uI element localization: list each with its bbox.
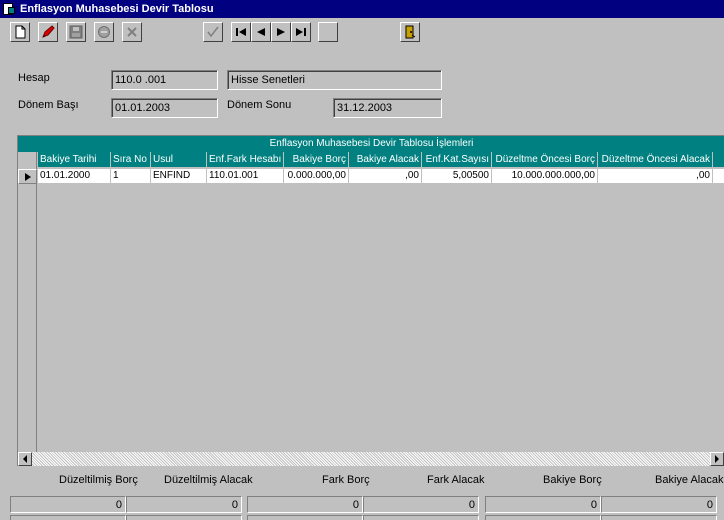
delete-icon	[127, 27, 137, 37]
grid-title: Enflasyon Muhasebesi Devir Tablosu İşlem…	[18, 136, 724, 152]
last-record-icon	[296, 28, 306, 36]
window-title: Enflasyon Muhasebesi Devir Tablosu	[20, 3, 214, 15]
footer-value-duzeltilmis-alacak[interactable]: 0	[126, 496, 242, 513]
col-header-duzeltme-oncesi-alacak[interactable]: Düzeltme Öncesi Alacak	[598, 152, 713, 167]
title-bar: Enflasyon Muhasebesi Devir Tablosu	[0, 0, 724, 18]
scroll-right-icon	[715, 455, 719, 463]
new-document-icon	[15, 25, 26, 39]
exit-door-icon	[405, 25, 416, 39]
footer-label-fark-alacak: Fark Alacak	[427, 474, 485, 486]
donem-sonu-label: Dönem Sonu	[227, 99, 292, 111]
save-button[interactable]	[66, 22, 86, 42]
checkmark-icon	[207, 26, 219, 38]
horizontal-scrollbar[interactable]	[18, 452, 724, 466]
cancel-button[interactable]	[94, 22, 114, 42]
footer-label-bakiye-alacak: Bakiye Alacak	[655, 474, 724, 486]
col-header-usul[interactable]: Usul	[151, 152, 207, 167]
next-record-icon	[277, 28, 285, 36]
table-cell-sira-no[interactable]: 1	[111, 169, 151, 184]
table-cell-duzeltme-oncesi-alacak[interactable]: ,00	[598, 169, 713, 184]
grid-empty-area	[38, 184, 724, 452]
footer-label-bakiye-borc: Bakiye Borç	[543, 474, 602, 486]
row-indicator-column	[18, 152, 37, 452]
donem-basi-label: Dönem Başı	[18, 99, 79, 111]
cancel-icon	[98, 26, 110, 38]
prev-record-button[interactable]	[251, 22, 271, 42]
col-header-duzeltme-oncesi-borc[interactable]: Düzeltme Öncesi Borç	[492, 152, 598, 167]
hesap-label: Hesap	[18, 72, 50, 84]
footer-field-lower	[601, 515, 717, 520]
scroll-track[interactable]	[32, 452, 710, 466]
table-cell-enf-fark-hesabi[interactable]: 110.01.001	[207, 169, 284, 184]
col-header-sira-no[interactable]: Sıra No	[111, 152, 151, 167]
current-row-indicator[interactable]	[18, 169, 37, 184]
scroll-left-button[interactable]	[18, 452, 32, 466]
footer-value-bakiye-borc[interactable]: 0	[485, 496, 601, 513]
first-record-button[interactable]	[231, 22, 251, 42]
delete-button[interactable]	[122, 22, 142, 42]
confirm-button[interactable]	[203, 22, 223, 42]
current-row-arrow-icon	[24, 172, 31, 181]
last-record-button[interactable]	[291, 22, 311, 42]
devir-grid: Enflasyon Muhasebesi Devir Tablosu İşlem…	[17, 135, 724, 466]
table-cell-enf-kat-sayisi[interactable]: 5,00500	[422, 169, 492, 184]
col-header-enf-fark-hesabi[interactable]: Enf.Fark Hesabı	[207, 152, 284, 167]
col-header-bakiye-alacak[interactable]: Bakiye Alacak	[349, 152, 422, 167]
table-cell-bakiye-alacak[interactable]: ,00	[349, 169, 422, 184]
footer-field-lower	[247, 515, 363, 520]
disk-icon	[69, 25, 83, 39]
hesap-name-field[interactable]: Hisse Senetleri	[227, 70, 442, 90]
table-cell-bakiye-tarihi[interactable]: 01.01.2000	[38, 169, 111, 184]
hesap-code-field[interactable]: 110.0 .001	[111, 70, 218, 90]
scroll-left-icon	[23, 455, 27, 463]
table-cell-duzeltme-oncesi-borc[interactable]: 10.000.000.000,00	[492, 169, 598, 184]
next-record-button[interactable]	[271, 22, 291, 42]
footer-field-lower	[126, 515, 242, 520]
donem-basi-field[interactable]: 01.01.2003	[111, 98, 218, 118]
footer-label-duzeltilmis-borc: Düzeltilmiş Borç	[59, 474, 138, 486]
app-icon	[2, 2, 16, 16]
col-header-bakiye-borc[interactable]: Bakiye Borç	[284, 152, 349, 167]
table-cell-usul[interactable]: ENFIND	[151, 169, 207, 184]
prev-record-icon	[257, 28, 265, 36]
new-record-button[interactable]	[10, 22, 30, 42]
footer-value-fark-borc[interactable]: 0	[247, 496, 363, 513]
edit-button[interactable]	[38, 22, 58, 42]
col-header-enf-kat-sayisi[interactable]: Enf.Kat.Sayısı	[422, 152, 492, 167]
donem-sonu-field[interactable]: 31.12.2003	[333, 98, 442, 118]
exit-button[interactable]	[400, 22, 420, 42]
footer-field-lower	[485, 515, 601, 520]
footer-field-lower	[363, 515, 479, 520]
table-cell-bakiye-borc[interactable]: 0.000.000,00	[284, 169, 349, 184]
blank-toolbar-button[interactable]	[318, 22, 338, 42]
footer-label-duzeltilmis-alacak: Düzeltilmiş Alacak	[164, 474, 253, 486]
first-record-icon	[236, 28, 246, 36]
col-header-bakiye-tarihi[interactable]: Bakiye Tarihi	[38, 152, 111, 167]
footer-value-fark-alacak[interactable]: 0	[363, 496, 479, 513]
footer-label-fark-borc: Fark Borç	[322, 474, 370, 486]
col-header-extra	[713, 152, 724, 167]
footer-value-bakiye-alacak[interactable]: 0	[601, 496, 717, 513]
pencil-icon	[42, 25, 55, 38]
footer-field-lower	[10, 515, 126, 520]
footer-value-duzeltilmis-borc[interactable]: 0	[10, 496, 126, 513]
scroll-right-button[interactable]	[710, 452, 724, 466]
table-cell-extra	[713, 169, 724, 184]
